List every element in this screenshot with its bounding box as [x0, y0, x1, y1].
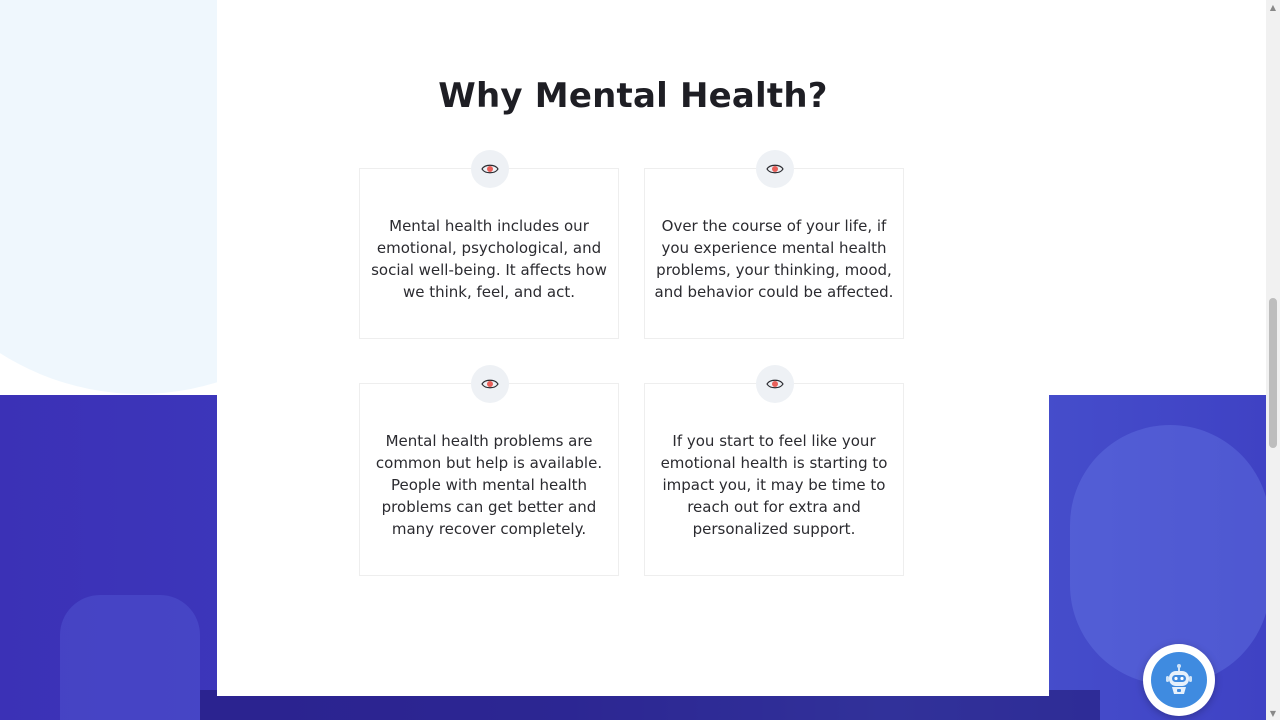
card-text: If you start to feel like your emotional…	[660, 432, 888, 538]
eye-icon	[471, 365, 509, 403]
robot-icon	[1151, 652, 1207, 708]
scrollbar-thumb[interactable]	[1269, 298, 1277, 448]
scroll-down-arrow-icon[interactable]: ▼	[1266, 706, 1280, 720]
info-card: Mental health problems are common but he…	[359, 365, 619, 576]
eye-icon	[756, 150, 794, 188]
info-card: Over the course of your life, if you exp…	[644, 150, 904, 339]
eye-icon	[471, 150, 509, 188]
background-shape	[60, 595, 200, 720]
card-text: Mental health includes our emotional, ps…	[371, 217, 607, 301]
info-card: If you start to feel like your emotional…	[644, 365, 904, 576]
page-scrollbar[interactable]: ▲ ▼	[1266, 0, 1280, 720]
content-panel-top	[217, 0, 1049, 10]
card-text: Mental health problems are common but he…	[375, 432, 603, 538]
eye-icon	[756, 365, 794, 403]
scroll-up-arrow-icon[interactable]: ▲	[1266, 0, 1280, 14]
page-viewport: Why Mental Health? Mental health include…	[0, 0, 1280, 720]
info-card: Mental health includes our emotional, ps…	[359, 150, 619, 339]
chatbot-button[interactable]	[1143, 644, 1215, 716]
card-text: Over the course of your life, if you exp…	[654, 217, 894, 301]
section-title: Why Mental Health?	[438, 76, 828, 116]
